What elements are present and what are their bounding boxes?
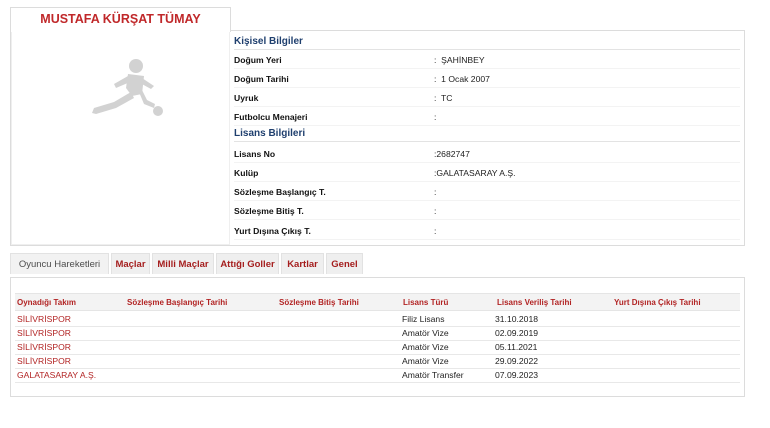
movements-table: Oynadığı Takım Sözleşme Başlangıç Tarihi… xyxy=(10,277,745,397)
column-header-license-type: Lisans Türü xyxy=(403,298,449,307)
column-header-team: Oynadığı Takım xyxy=(17,298,76,307)
column-header-contract-end: Sözleşme Bitiş Tarihi xyxy=(279,298,359,307)
cell-license-type: Amatör Vize xyxy=(402,328,449,338)
column-header-contract-start: Sözleşme Başlangıç Tarihi xyxy=(127,298,228,307)
info-label: Doğum Tarihi xyxy=(234,74,289,84)
column-header-license-date: Lisans Veriliş Tarihi xyxy=(497,298,572,307)
info-row-abroad-exit: Yurt Dışına Çıkış T. : xyxy=(234,223,740,240)
cell-team[interactable]: SİLİVRİSPOR xyxy=(17,342,71,352)
tab-matches[interactable]: Maçlar xyxy=(111,253,150,274)
column-header-abroad-exit: Yurt Dışına Çıkış Tarihi xyxy=(614,298,701,307)
tab-general[interactable]: Genel xyxy=(326,253,363,274)
info-label: Doğum Yeri xyxy=(234,55,282,65)
info-row-birthplace: Doğum Yeri : ŞAHİNBEY xyxy=(234,52,740,69)
info-value: 1 Ocak 2007 xyxy=(441,74,490,84)
cell-license-date: 07.09.2023 xyxy=(495,370,539,380)
info-label: Sözleşme Başlangıç T. xyxy=(234,187,326,197)
profile-panel: Kişisel Bilgiler Doğum Yeri : ŞAHİNBEY D… xyxy=(10,30,745,246)
cell-team[interactable]: SİLİVRİSPOR xyxy=(17,356,71,366)
info-label: Sözleşme Bitiş T. xyxy=(234,206,304,216)
info-value: TC xyxy=(441,93,453,103)
table-row: SİLİVRİSPOR Amatör Vize 29.09.2022 xyxy=(15,354,740,369)
info-row-contract-start: Sözleşme Başlangıç T. : xyxy=(234,184,740,201)
license-info-title: Lisans Bilgileri xyxy=(234,128,740,142)
tab-cards[interactable]: Kartlar xyxy=(281,253,324,274)
cell-license-date: 02.09.2019 xyxy=(495,328,539,338)
info-row-birthdate: Doğum Tarihi : 1 Ocak 2007 xyxy=(234,71,740,88)
separator: : xyxy=(434,55,437,65)
cell-license-type: Amatör Transfer xyxy=(402,370,464,380)
info-row-contract-end: Sözleşme Bitiş T. : xyxy=(234,203,740,220)
table-row: SİLİVRİSPOR Filiz Lisans 31.10.2018 xyxy=(15,312,740,327)
cell-license-date: 29.09.2022 xyxy=(495,356,539,366)
info-row-nationality: Uyruk : TC xyxy=(234,90,740,107)
info-row-agent: Futbolcu Menajeri : xyxy=(234,109,740,126)
info-label: Kulüp xyxy=(234,168,259,178)
player-silhouette-icon xyxy=(92,59,163,116)
personal-info-title: Kişisel Bilgiler xyxy=(234,36,740,50)
info-value: ŞAHİNBEY xyxy=(441,55,485,65)
tab-goals[interactable]: Attığı Goller xyxy=(216,253,279,274)
player-photo xyxy=(12,32,229,244)
cell-license-type: Filiz Lisans xyxy=(402,314,445,324)
info-value: GALATASARAY A.Ş. xyxy=(436,168,516,178)
cell-team[interactable]: SİLİVRİSPOR xyxy=(17,328,71,338)
info-label: Futbolcu Menajeri xyxy=(234,112,308,122)
separator: : xyxy=(434,74,437,84)
info-box: Kişisel Bilgiler Doğum Yeri : ŞAHİNBEY D… xyxy=(230,31,744,245)
cell-license-type: Amatör Vize xyxy=(402,356,449,366)
separator: : xyxy=(434,226,437,236)
info-label: Uyruk xyxy=(234,93,259,103)
cell-license-date: 31.10.2018 xyxy=(495,314,539,324)
tab-player-movements[interactable]: Oyuncu Hareketleri xyxy=(10,253,109,274)
info-label: Lisans No xyxy=(234,149,276,159)
info-row-club: Kulüp :GALATASARAY A.Ş. xyxy=(234,165,740,182)
cell-license-date: 05.11.2021 xyxy=(495,342,538,352)
info-value: 2682747 xyxy=(436,149,470,159)
separator: : xyxy=(434,187,437,197)
player-name: MUSTAFA KÜRŞAT TÜMAY xyxy=(40,12,201,26)
separator: : xyxy=(434,112,437,122)
table-header: Oynadığı Takım Sözleşme Başlangıç Tarihi… xyxy=(15,293,740,311)
table-row: SİLİVRİSPOR Amatör Vize 05.11.2021 xyxy=(15,340,740,355)
player-name-tab: MUSTAFA KÜRŞAT TÜMAY xyxy=(10,7,231,32)
cell-license-type: Amatör Vize xyxy=(402,342,449,352)
table-row: GALATASARAY A.Ş. Amatör Transfer 07.09.2… xyxy=(15,368,740,383)
table-row: SİLİVRİSPOR Amatör Vize 02.09.2019 xyxy=(15,326,740,341)
info-row-license-no: Lisans No :2682747 xyxy=(234,146,740,163)
cell-team[interactable]: GALATASARAY A.Ş. xyxy=(17,370,96,380)
cell-team[interactable]: SİLİVRİSPOR xyxy=(17,314,71,324)
info-label: Yurt Dışına Çıkış T. xyxy=(234,226,311,236)
separator: : xyxy=(434,93,437,103)
separator: : xyxy=(434,206,437,216)
tab-national-matches[interactable]: Milli Maçlar xyxy=(152,253,214,274)
